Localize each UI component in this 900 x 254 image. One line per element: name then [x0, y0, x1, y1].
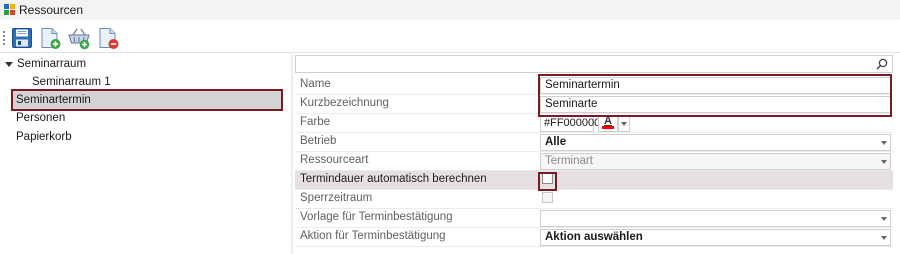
resource-type-select: Terminart: [540, 153, 891, 170]
tree-item-seminarraum[interactable]: Seminarraum: [17, 55, 86, 73]
property-label: Kurzbezeichnung: [300, 97, 389, 109]
delete-document-button[interactable]: [96, 26, 120, 50]
property-row-lock-period: Sperrzeitraum: [295, 190, 893, 209]
new-basket-button[interactable]: [67, 26, 91, 50]
chevron-down-icon: [881, 217, 887, 221]
property-label: Farbe: [300, 116, 331, 128]
checkbox-highlight: [538, 172, 557, 191]
search-icon[interactable]: [876, 58, 888, 70]
pane-splitter[interactable]: [291, 55, 293, 254]
property-label: Termindauer automatisch berechnen: [300, 173, 487, 185]
search-input[interactable]: [295, 55, 893, 73]
expand-arrow-icon[interactable]: [5, 62, 13, 67]
tree-item-personen[interactable]: Personen: [16, 109, 65, 127]
property-row-operation: Betrieb Alle: [295, 133, 893, 152]
lock-period-checkbox[interactable]: [542, 192, 553, 203]
property-row-resource-type: Ressourceart Terminart: [295, 152, 893, 171]
property-row-template: Vorlage für Terminbestätigung: [295, 209, 893, 228]
action-select-value: Aktion auswählen: [545, 231, 643, 243]
font-color-button[interactable]: A: [598, 115, 618, 132]
operation-select-value: Alle: [545, 136, 567, 148]
property-label: Betrieb: [300, 135, 337, 147]
resource-type-value: Terminart: [545, 155, 593, 167]
chevron-down-icon: [881, 141, 887, 145]
action-select[interactable]: Aktion auswählen: [540, 229, 891, 246]
color-value-field[interactable]: #FF000000: [540, 115, 600, 132]
color-dropdown-button[interactable]: [618, 115, 630, 132]
new-document-icon: [41, 28, 61, 49]
property-label: Aktion für Terminbestätigung: [300, 230, 446, 242]
template-select[interactable]: [540, 210, 891, 227]
operation-select[interactable]: Alle: [540, 134, 891, 151]
toolbar: [0, 23, 900, 53]
name-fields-highlight: [538, 74, 892, 117]
new-document-button[interactable]: [38, 26, 62, 50]
chevron-down-icon: [881, 236, 887, 240]
app-grid-icon: [4, 4, 15, 15]
new-basket-icon: [68, 28, 90, 50]
tree-item-seminartermin[interactable]: Seminartermin: [16, 91, 91, 109]
property-label: Ressourceart: [300, 154, 369, 166]
chevron-down-icon: [881, 160, 887, 164]
title-bar: Ressourcen: [0, 0, 900, 20]
delete-document-icon: [99, 28, 119, 49]
save-button[interactable]: [10, 26, 34, 50]
chevron-down-icon: [621, 122, 627, 126]
property-label: Name: [300, 78, 331, 90]
property-label: Sperrzeitraum: [300, 192, 373, 204]
window-title: Ressourcen: [19, 3, 84, 17]
color-swatch: [602, 126, 614, 129]
save-icon: [12, 28, 32, 48]
property-row-action: Aktion für Terminbestätigung Aktion ausw…: [295, 228, 893, 247]
property-row-auto-duration: Termindauer automatisch berechnen: [295, 171, 893, 190]
tree-item-papierkorb[interactable]: Papierkorb: [16, 128, 72, 146]
toolbar-grip[interactable]: [3, 31, 5, 45]
property-label: Vorlage für Terminbestätigung: [300, 211, 453, 223]
